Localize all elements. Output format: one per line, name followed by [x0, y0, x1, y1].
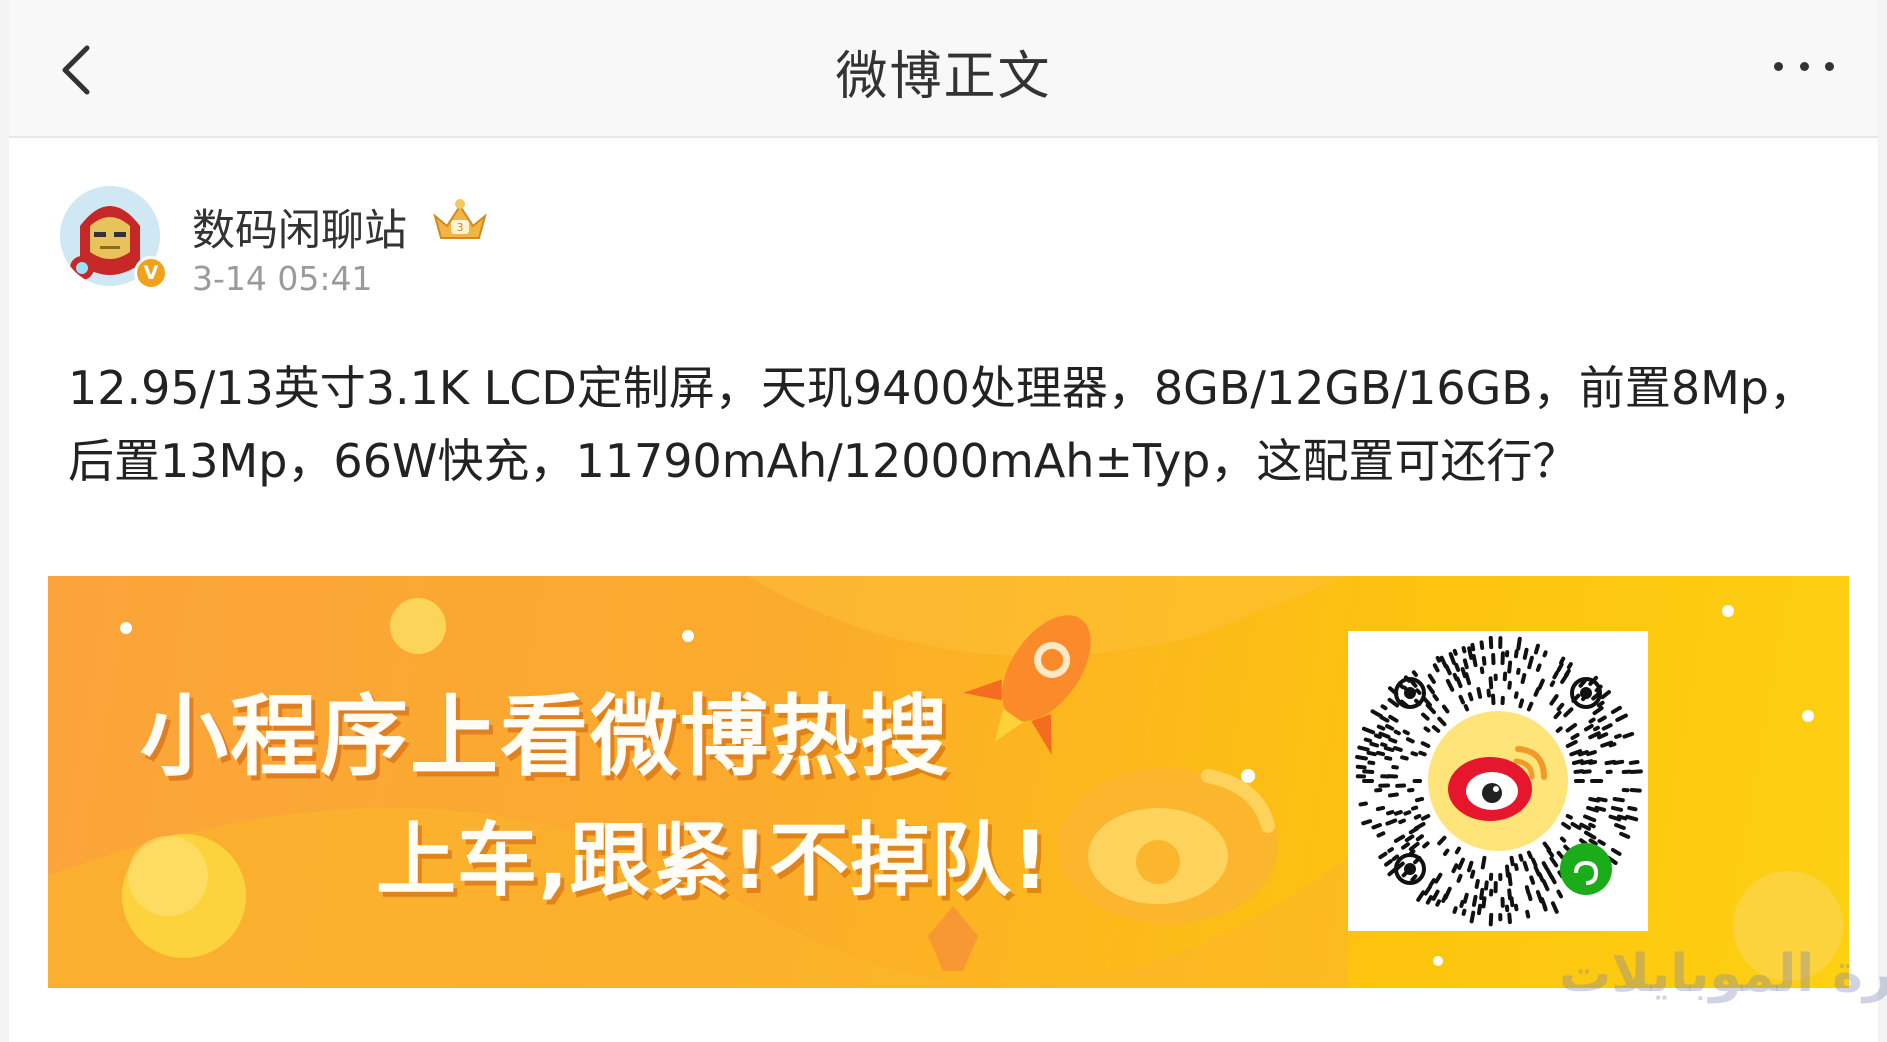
author-avatar[interactable]: V	[60, 186, 168, 290]
more-dots-icon	[1825, 61, 1834, 71]
miniprogram-banner[interactable]: 小程序上看微博热搜 上车,跟紧!不掉队!	[48, 576, 1849, 988]
more-options-button[interactable]	[1764, 46, 1844, 86]
banner-headline: 小程序上看微博热搜	[140, 685, 951, 788]
page-title: 微博正文	[835, 47, 1052, 107]
miniprogram-icon	[1560, 843, 1612, 895]
svg-text:3: 3	[457, 221, 464, 234]
qr-code-icon	[1348, 631, 1648, 931]
post-detail-page: 微博正文 V 数码闲聊站 3 3-14 05:41 12.95/13英寸3.1K…	[9, 0, 1887, 1042]
top-nav-bar: 微博正文	[9, 0, 1878, 138]
author-name[interactable]: 数码闲聊站	[192, 196, 407, 258]
post-timestamp: 3-14 05:41	[192, 259, 373, 298]
watermark-text: حارة الموبايلات	[1559, 944, 1887, 1004]
more-dots-icon	[1799, 61, 1809, 71]
post-body-text: 12.95/13英寸3.1K LCD定制屏，天玑9400处理器，8GB/12GB…	[68, 361, 1815, 488]
vip-crown-badge-icon[interactable]: 3	[429, 196, 491, 246]
verified-badge: V	[134, 256, 168, 290]
banner-subheadline: 上车,跟紧!不掉队!	[376, 814, 1050, 907]
more-dots-icon	[1774, 61, 1783, 71]
miniprogram-qr-code[interactable]	[1348, 631, 1648, 931]
